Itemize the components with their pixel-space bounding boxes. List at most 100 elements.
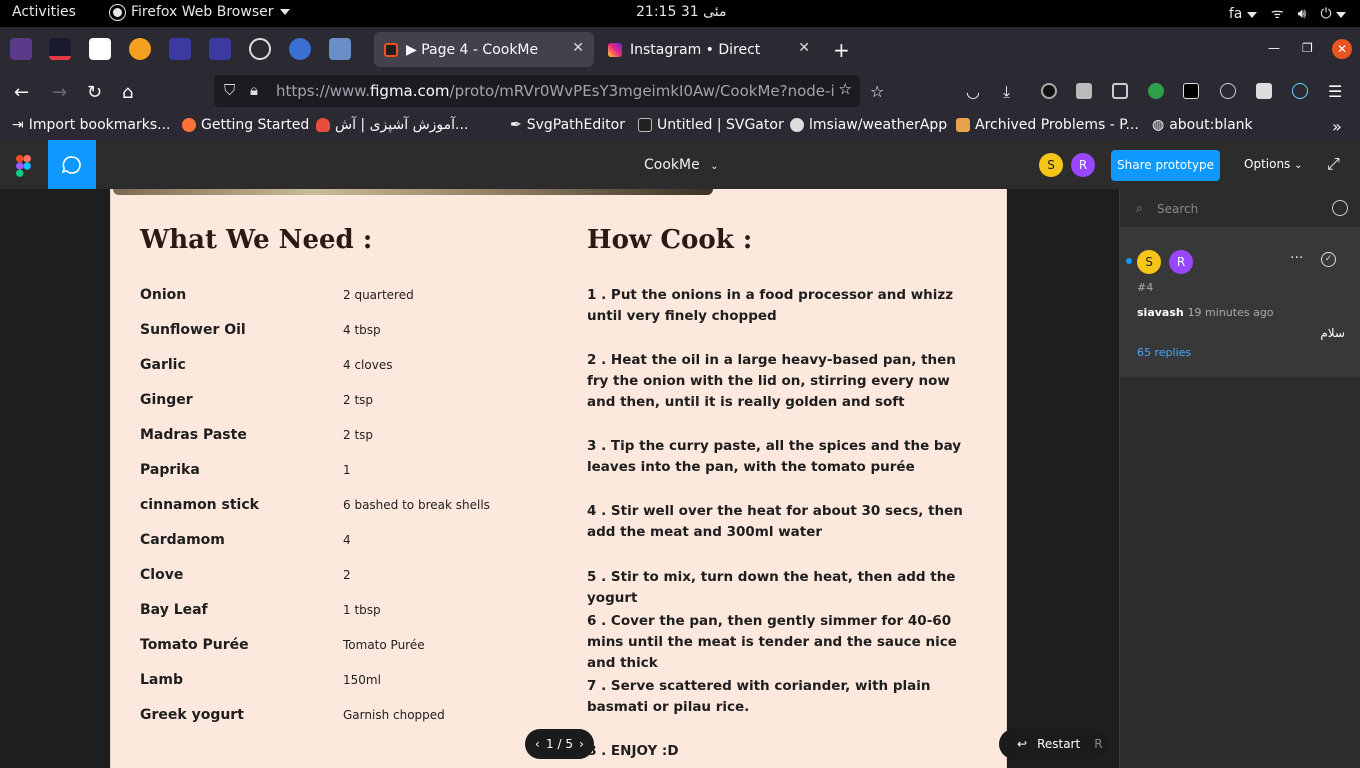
options-menu[interactable]: Options ⌄: [1244, 157, 1303, 171]
wifi-icon[interactable]: ᯤ: [1271, 4, 1284, 23]
ingredient-quantity: 1: [343, 463, 351, 477]
ingredient-name: Onion: [140, 287, 187, 303]
tab-cookme[interactable]: ▶ Page 4 - CookMe ✕: [374, 32, 594, 67]
extension-icon[interactable]: [1148, 83, 1164, 99]
bookmark-item[interactable]: lmsiaw/weatherApp: [790, 117, 947, 133]
close-icon[interactable]: ✕: [798, 40, 810, 56]
bookmark-item[interactable]: ✒ SvgPathEditor: [510, 117, 625, 133]
recipe-step: 5 . Stir to mix, turn down the heat, the…: [587, 569, 956, 606]
avatar[interactable]: R: [1071, 153, 1095, 177]
share-prototype-button[interactable]: Share prototype: [1111, 150, 1220, 181]
shield-icon[interactable]: ⛉: [224, 81, 235, 99]
bookmark-item[interactable]: Untitled | SVGator: [638, 117, 784, 133]
bookmark-item[interactable]: Getting Started: [182, 117, 309, 133]
home-icon[interactable]: ⌂: [122, 82, 133, 103]
menu-icon[interactable]: ☰: [1328, 82, 1342, 101]
back-button[interactable]: ←: [14, 82, 29, 103]
filter-icon[interactable]: [1332, 200, 1348, 216]
chevron-down-icon: [1246, 11, 1257, 18]
unread-dot: [1126, 258, 1132, 264]
bookmark-item[interactable]: ◍ about:blank: [1152, 117, 1253, 133]
chevron-right-icon[interactable]: »: [1332, 117, 1342, 136]
instagram-favicon: [608, 42, 622, 57]
thread-number: #4: [1137, 281, 1154, 294]
chevron-right-icon[interactable]: ›: [579, 737, 584, 751]
clock[interactable]: مئی 31 21:15: [636, 4, 726, 20]
ingredients-heading: What We Need :: [140, 225, 373, 255]
activities-button[interactable]: Activities: [12, 4, 76, 20]
tab-instagram[interactable]: Instagram • Direct ✕: [598, 32, 820, 67]
lock-icon[interactable]: 🔒︎: [250, 81, 258, 99]
extension-icon[interactable]: [1220, 83, 1236, 99]
file-title-label: CookMe: [644, 157, 700, 173]
pinned-tab-icon[interactable]: [49, 38, 71, 60]
dish-image: [113, 189, 713, 195]
comment-button[interactable]: [48, 140, 96, 189]
os-top-bar: Activities Firefox Web Browser مئی 31 21…: [0, 0, 1360, 27]
download-icon[interactable]: ⤓: [1003, 82, 1010, 102]
ingredient-name: Ginger: [140, 392, 193, 408]
resolve-check-icon[interactable]: ✓: [1321, 252, 1336, 267]
bookmark-label: Getting Started: [201, 117, 310, 133]
url-prefix: https://www.: [276, 82, 370, 100]
pinned-tab-icon[interactable]: [289, 38, 311, 60]
ingredient-quantity: 150ml: [343, 673, 381, 687]
comment-author: siavash: [1137, 306, 1184, 319]
app-menu[interactable]: Firefox Web Browser: [110, 4, 290, 20]
url-bar[interactable]: ⛉ 🔒︎ https://www. figma.com/proto/mRVr0Wv…: [214, 75, 860, 107]
reading-list-icon[interactable]: ☆: [870, 82, 884, 101]
close-icon[interactable]: ✕: [572, 40, 584, 56]
pinned-tab-icon[interactable]: [89, 38, 111, 60]
ingredient-name: Madras Paste: [140, 427, 247, 443]
extension-icon[interactable]: [1256, 83, 1272, 99]
comment-search[interactable]: ⌕ Search: [1120, 189, 1360, 228]
minimize-button[interactable]: —: [1268, 41, 1280, 55]
power-icon[interactable]: ⏻: [1320, 6, 1346, 22]
forward-button[interactable]: →: [52, 82, 67, 103]
search-input[interactable]: Search: [1157, 202, 1198, 216]
ingredient-name: Lamb: [140, 672, 183, 688]
input-language[interactable]: fa: [1229, 6, 1257, 22]
window-close-button[interactable]: ✕: [1332, 39, 1352, 59]
comment-thread[interactable]: S R ··· ✓ #4 siavash 19 minutes ago سلام…: [1120, 228, 1360, 377]
figma-toolbar: CookMe ⌄ S R Share prototype Options ⌄ ⤢: [0, 140, 1360, 189]
avatar[interactable]: S: [1039, 153, 1063, 177]
extension-icon[interactable]: [1041, 83, 1057, 99]
tab-title: ▶ Page 4 - CookMe: [406, 41, 539, 58]
pinned-tab-icon[interactable]: [169, 38, 191, 60]
extension-icon[interactable]: [1112, 83, 1128, 99]
extension-icon[interactable]: [1183, 83, 1199, 99]
file-title[interactable]: CookMe ⌄: [644, 157, 719, 173]
more-options-icon[interactable]: ···: [1290, 250, 1303, 266]
globe-icon[interactable]: [249, 38, 271, 60]
chevron-down-icon: [1336, 11, 1346, 18]
react-devtools-icon[interactable]: [1292, 83, 1308, 99]
expand-icon[interactable]: ⤢: [1327, 154, 1340, 174]
volume-icon[interactable]: 🔊︎: [1298, 6, 1307, 22]
bookmarks-bar: ⇥ Import bookmarks... Getting Started آمو…: [0, 112, 1360, 140]
bookmark-item[interactable]: آموزش آشپزی | آش...: [316, 117, 468, 133]
maximize-button[interactable]: ❐: [1302, 41, 1313, 55]
bookmark-item[interactable]: ⇥ Import bookmarks...: [12, 117, 171, 133]
ingredient-name: cinnamon stick: [140, 497, 259, 513]
reload-button[interactable]: ↻: [87, 82, 102, 103]
ingredient-quantity: 4 cloves: [343, 358, 393, 372]
restart-button[interactable]: ↩ Restart R: [999, 729, 1107, 759]
pinned-tab-icon[interactable]: [129, 38, 151, 60]
new-tab-button[interactable]: +: [833, 38, 850, 62]
pinned-tab-icon[interactable]: [10, 38, 32, 60]
extension-icon[interactable]: [1076, 83, 1092, 99]
pinned-tab-icon[interactable]: [209, 38, 231, 60]
recipe-step: 8 . ENJOY :D: [587, 743, 679, 759]
url-domain: figma.com: [369, 82, 450, 100]
bookmark-star-icon[interactable]: ☆: [834, 80, 852, 98]
pocket-icon[interactable]: ◡: [966, 82, 980, 101]
ingredient-quantity: 4 tbsp: [343, 323, 381, 337]
replies-link[interactable]: 65 replies: [1137, 346, 1191, 359]
chevron-down-icon: ⌄: [710, 161, 719, 172]
ingredient-quantity: 2 tsp: [343, 393, 374, 407]
pinned-tab-icon[interactable]: [329, 38, 351, 60]
figma-logo-icon[interactable]: [16, 155, 31, 177]
bookmark-item[interactable]: Archived Problems - P...: [956, 117, 1139, 133]
chevron-left-icon[interactable]: ‹: [535, 737, 540, 751]
